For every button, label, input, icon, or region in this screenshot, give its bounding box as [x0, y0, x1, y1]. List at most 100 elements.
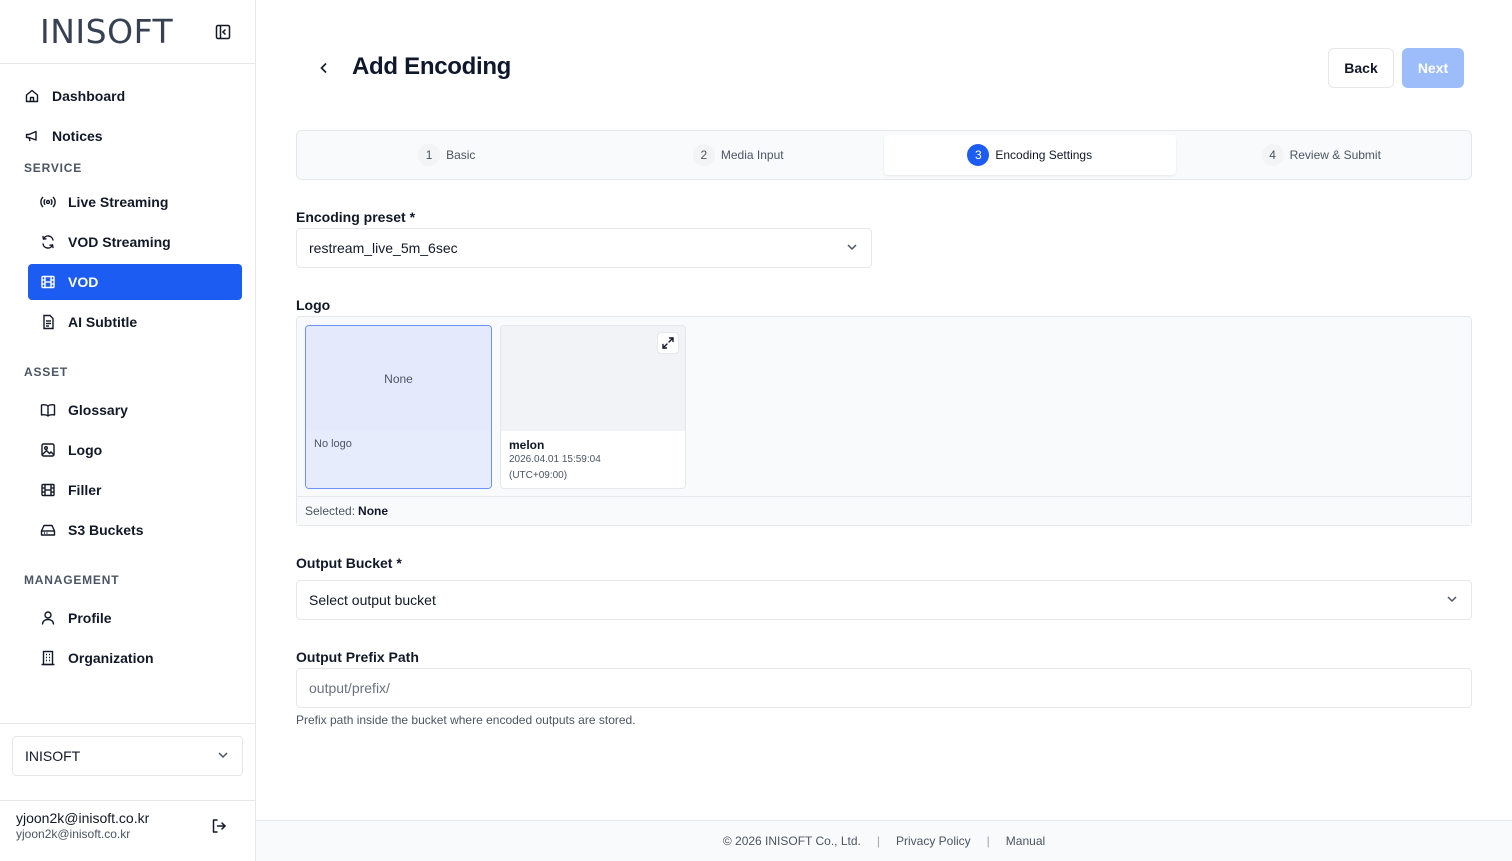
step-label: Basic: [446, 148, 476, 162]
sidebar-item-glossary[interactable]: Glossary: [28, 392, 242, 428]
sidebar-item-label: Live Streaming: [68, 194, 169, 210]
logo-label: Logo: [296, 297, 331, 313]
sidebar-item-label: Logo: [68, 442, 103, 458]
logo-selection-status: Selected: None: [297, 496, 1471, 525]
org-select-value: INISOFT: [25, 748, 81, 764]
selected-prefix: Selected:: [305, 504, 356, 518]
nav-section-asset: ASSET: [24, 365, 69, 379]
selected-value: None: [358, 504, 389, 518]
image-icon: [40, 442, 56, 458]
sidebar-item-organization[interactable]: Organization: [28, 640, 242, 676]
building-icon: [40, 650, 56, 666]
sidebar-nav: Dashboard Notices SERVICE Live Streaming…: [0, 64, 255, 676]
step-label: Media Input: [720, 148, 784, 162]
book-icon: [40, 402, 56, 418]
sidebar-item-label: VOD Streaming: [68, 234, 171, 250]
logo-date: 2026.04.01 15:59:04: [509, 454, 601, 465]
logo-card-meta: melon 2026.04.01 15:59:04 (UTC+09:00): [501, 431, 685, 488]
logo-card-none[interactable]: None No logo: [305, 325, 492, 489]
brand-header: INISOFT: [0, 0, 255, 64]
logo-title: melon: [509, 438, 545, 452]
home-icon: [24, 88, 40, 104]
footer-divider: |: [986, 834, 990, 848]
sidebar-item-label: Dashboard: [52, 88, 126, 104]
sidebar-item-ai-subtitle[interactable]: AI Subtitle: [28, 304, 242, 340]
sidebar-item-live-streaming[interactable]: Live Streaming: [28, 184, 242, 220]
logo-thumbnail: None: [306, 326, 491, 431]
output-bucket-label: Output Bucket *: [296, 555, 402, 571]
logout-icon[interactable]: [210, 817, 228, 835]
user-email: yjoon2k@inisoft.co.kr: [16, 827, 131, 841]
page-title: Add Encoding: [352, 53, 512, 80]
step-review-submit[interactable]: 4 Review & Submit: [1176, 135, 1468, 175]
manual-link[interactable]: Manual: [1006, 834, 1045, 848]
output-prefix-hint: Prefix path inside the bucket where enco…: [296, 713, 636, 727]
film-icon: [40, 482, 56, 498]
step-basic[interactable]: 1 Basic: [301, 135, 593, 175]
sidebar-item-filler[interactable]: Filler: [28, 472, 242, 508]
encoding-preset-label: Encoding preset *: [296, 209, 416, 225]
sidebar-item-label: Filler: [68, 482, 102, 498]
output-prefix-label: Output Prefix Path: [296, 649, 419, 665]
encoding-preset-value: restream_live_5m_6sec: [309, 240, 458, 256]
next-button[interactable]: Next: [1402, 48, 1464, 88]
output-bucket-value: Select output bucket: [309, 592, 436, 608]
back-button[interactable]: Back: [1328, 48, 1394, 88]
output-bucket-select[interactable]: Select output bucket: [296, 580, 1472, 620]
sidebar-item-label: Organization: [68, 650, 154, 666]
hard-drive-icon: [40, 522, 56, 538]
nav-section-service: SERVICE: [24, 161, 83, 175]
logo-caption: No logo: [314, 438, 352, 450]
sidebar-item-label: AI Subtitle: [68, 314, 138, 330]
sidebar-item-logo[interactable]: Logo: [28, 432, 242, 468]
back-arrow-icon[interactable]: [316, 60, 332, 76]
brand-logo[interactable]: INISOFT: [40, 12, 173, 51]
megaphone-icon: [24, 128, 40, 144]
copyright-text: © 2026 INISOFT Co., Ltd.: [722, 834, 861, 848]
privacy-policy-link[interactable]: Privacy Policy: [896, 834, 971, 848]
step-number: 3: [967, 144, 990, 166]
step-number: 1: [418, 144, 441, 166]
logo-picker: None No logo melon 2026.04.01 15:59:04 (…: [296, 316, 1472, 526]
output-prefix-input[interactable]: [296, 668, 1472, 708]
logo-thumb-text: None: [384, 371, 413, 386]
step-encoding-settings[interactable]: 3 Encoding Settings: [884, 135, 1176, 175]
nav-section-management: MANAGEMENT: [24, 573, 120, 587]
broadcast-icon: [40, 194, 56, 210]
logo-card-melon[interactable]: melon 2026.04.01 15:59:04 (UTC+09:00): [500, 325, 686, 489]
chevron-down-icon: [845, 240, 859, 257]
step-media-input[interactable]: 2 Media Input: [593, 135, 885, 175]
user-name: yjoon2k@inisoft.co.kr: [16, 810, 150, 826]
sidebar-item-dashboard[interactable]: Dashboard: [12, 78, 242, 114]
sidebar-item-s3-buckets[interactable]: S3 Buckets: [28, 512, 242, 548]
sidebar-collapse-icon[interactable]: [214, 23, 232, 41]
step-number: 4: [1261, 144, 1284, 166]
sidebar-item-notices[interactable]: Notices: [12, 118, 242, 154]
step-label: Encoding Settings: [995, 148, 1093, 162]
chevron-down-icon: [1445, 592, 1459, 609]
sidebar-item-profile[interactable]: Profile: [28, 600, 242, 636]
logo-thumbnail: [501, 326, 685, 431]
chevron-down-icon: [216, 748, 230, 765]
step-number: 2: [692, 144, 715, 166]
user-icon: [40, 610, 56, 626]
sidebar-item-label: S3 Buckets: [68, 522, 144, 538]
expand-icon[interactable]: [657, 332, 679, 354]
step-indicator: 1 Basic 2 Media Input 3 Encoding Setting…: [296, 130, 1472, 180]
sidebar: INISOFT Dashboard Notices SERVICE Live S…: [0, 0, 256, 861]
footer-divider: |: [876, 834, 880, 848]
film-icon: [40, 274, 56, 290]
sidebar-item-label: VOD: [68, 274, 99, 290]
sidebar-item-vod[interactable]: VOD: [28, 264, 242, 300]
encoding-preset-select[interactable]: restream_live_5m_6sec: [296, 228, 872, 268]
sidebar-item-label: Notices: [52, 128, 103, 144]
sidebar-item-label: Profile: [68, 610, 112, 626]
step-label: Review & Submit: [1289, 148, 1381, 162]
main-content: Add Encoding Back Next 1 Basic 2 Media I…: [256, 0, 1512, 861]
logo-card-meta: No logo: [306, 431, 491, 488]
logo-timezone: (UTC+09:00): [509, 470, 568, 481]
org-switcher: INISOFT: [0, 723, 255, 776]
org-select[interactable]: INISOFT: [12, 736, 243, 776]
sidebar-item-vod-streaming[interactable]: VOD Streaming: [28, 224, 242, 260]
user-panel: yjoon2k@inisoft.co.kr yjoon2k@inisoft.co…: [0, 800, 255, 861]
